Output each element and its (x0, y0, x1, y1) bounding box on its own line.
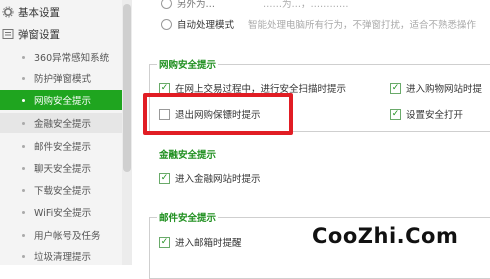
option-label: 设置安全打开 (406, 110, 464, 121)
checkbox-checked[interactable]: ✓ (159, 172, 170, 184)
sidebar-scrollbar[interactable] (122, 0, 132, 265)
group-title-shopping: 网购安全提示 (157, 57, 219, 71)
watermark-text: CooZhi.Com (312, 224, 459, 248)
option-label: 进入邮箱时提醒 (175, 238, 242, 249)
group-title-finance: 金融安全提示 (157, 147, 219, 161)
sidebar-item-chat-safety[interactable]: 聊天安全提示 (0, 158, 122, 178)
sidebar-item-junk-cleanup[interactable]: 垃圾清理提示 (0, 246, 122, 266)
sidebar-section-label: 弹窗设置 (18, 28, 60, 41)
checkbox-checked[interactable]: ✓ (390, 82, 401, 94)
settings-sidebar: 基本设置 弹窗设置 360异常感知系统 防护弹窗模式 网购安全提示 金融安全提示… (0, 0, 129, 265)
sidebar-section-label: 基本设置 (18, 6, 60, 19)
option-label: 进入金融网站时提示 (175, 174, 261, 185)
option-enter-mail[interactable]: ✓ 进入邮箱时提醒 (159, 235, 242, 249)
sidebar-item-finance-safety[interactable]: 金融安全提示 (0, 113, 122, 133)
option-safe-open[interactable]: ✓ 设置安全打开 (390, 107, 463, 121)
sidebar-item-wifi-safety[interactable]: WiFi安全提示 (0, 202, 122, 222)
list-icon (2, 28, 14, 40)
sidebar-item-account-tasks[interactable]: 用户帐号及任务 (0, 225, 122, 245)
option-label: 进入购物网站时提 (406, 84, 483, 95)
option-enter-shop[interactable]: ✓ 进入购物网站时提 (390, 81, 482, 95)
checkbox-checked[interactable]: ✓ (159, 82, 170, 94)
highlight-box (143, 93, 293, 135)
sidebar-item-download-safety[interactable]: 下载安全提示 (0, 180, 122, 200)
option-enter-finance[interactable]: ✓ 进入金融网站时提示 (159, 171, 261, 185)
scrollbar-thumb[interactable] (123, 4, 131, 172)
group-title-mail: 邮件安全提示 (157, 210, 219, 224)
gear-icon (2, 6, 14, 18)
sidebar-item-mail-safety[interactable]: 邮件安全提示 (0, 136, 122, 156)
partial-top-row: 另外为… ……为…，………… (161, 0, 349, 10)
sidebar-item-shopping-safety[interactable]: 网购安全提示 (0, 90, 122, 110)
auto-mode-row[interactable]: 自动处理模式 智能处理电脑所有行为，不弹窗打扰，适合不熟悉操作 (161, 17, 476, 31)
auto-mode-label: 自动处理模式 (177, 20, 235, 31)
checkbox-checked[interactable]: ✓ (390, 108, 401, 120)
checkbox-checked[interactable]: ✓ (159, 236, 170, 248)
auto-mode-desc: 智能处理电脑所有行为，不弹窗打扰，适合不熟悉操作 (248, 20, 477, 31)
sidebar-item-popup-mode[interactable]: 防护弹窗模式 (0, 68, 122, 88)
radio-button[interactable] (161, 18, 172, 30)
partial-top-label: 另外为… (177, 0, 216, 10)
radio-button[interactable] (161, 0, 172, 9)
sidebar-item-anomaly[interactable]: 360异常感知系统 (0, 47, 122, 67)
sidebar-section-popup[interactable]: 弹窗设置 (2, 25, 60, 43)
sidebar-section-basic[interactable]: 基本设置 (2, 3, 60, 21)
partial-top-desc: ……为…，………… (263, 0, 349, 10)
